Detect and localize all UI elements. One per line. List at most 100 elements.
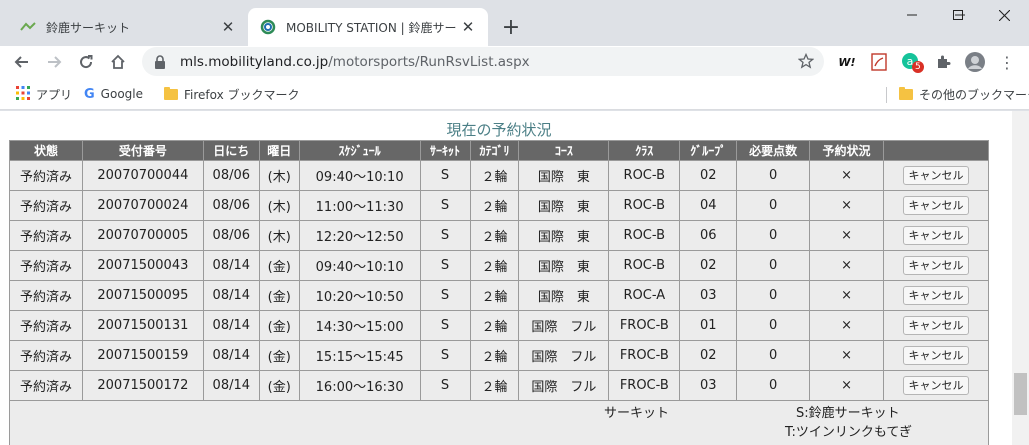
cancel-button[interactable]: キャンセル	[903, 346, 969, 365]
cell-action: キャンセル	[883, 280, 989, 311]
reload-icon[interactable]	[72, 48, 100, 76]
col-header-class: ｸﾗｽ	[608, 140, 681, 161]
cell-receipt-number: 20071500095	[81, 280, 204, 311]
cell-action: キャンセル	[883, 310, 989, 341]
cell-action: キャンセル	[883, 190, 989, 221]
grammar-extension-icon[interactable]: a 5	[900, 51, 924, 73]
cell-schedule: 09:40～10:10	[298, 160, 421, 191]
url-path: /motorsports/RunRsvList.aspx	[328, 53, 530, 70]
cell-status: 予約済み	[9, 310, 83, 341]
apps-grid-icon	[16, 85, 30, 103]
cell-group: 03	[679, 370, 738, 401]
cancel-button[interactable]: キャンセル	[903, 376, 969, 395]
cell-class: FROC-B	[608, 310, 681, 341]
cell-reservation-status: ×	[809, 310, 884, 341]
cell-date: 08/14	[202, 280, 260, 311]
tab-mobility-station[interactable]: MOBILITY STATION | 鈴鹿サーキット ✕	[248, 8, 488, 46]
cell-reservation-status: ×	[809, 340, 884, 371]
cell-status: 予約済み	[9, 220, 83, 251]
browser-toolbar: mls.mobilityland.co.jp/motorsports/RunRs…	[0, 46, 1029, 78]
cancel-button[interactable]: キャンセル	[903, 286, 969, 305]
bookmark-label: アプリ	[36, 87, 73, 102]
bookmark-google[interactable]: G Google	[84, 84, 143, 104]
cell-group: 02	[679, 250, 738, 281]
folder-icon	[164, 86, 178, 100]
col-header-course: ｺｰｽ	[518, 140, 610, 161]
cell-required-points: 0	[736, 190, 811, 221]
cell-group: 06	[679, 220, 738, 251]
puzzle-extensions-icon[interactable]	[932, 51, 954, 73]
cell-weekday: (金)	[258, 340, 300, 371]
minimize-button[interactable]	[889, 0, 935, 30]
cancel-button[interactable]: キャンセル	[903, 256, 969, 275]
menu-dots-icon[interactable]: ⋮	[996, 51, 1018, 73]
col-header-reservation-status: 予約状況	[809, 140, 884, 161]
pdf-extension-icon[interactable]	[868, 51, 890, 73]
tab-suzuka-circuit[interactable]: 鈴鹿サーキット ✕	[8, 8, 248, 46]
cell-circuit: S	[419, 160, 471, 191]
cell-receipt-number: 20070700024	[81, 190, 204, 221]
cell-weekday: (木)	[258, 220, 300, 251]
cell-weekday: (金)	[258, 370, 300, 401]
cell-weekday: (金)	[258, 250, 300, 281]
cell-receipt-number: 20070700044	[81, 160, 204, 191]
cell-action: キャンセル	[883, 340, 989, 371]
bookmark-other[interactable]: その他のブックマーク	[899, 84, 1029, 104]
col-header-action	[883, 140, 989, 161]
close-window-icon[interactable]	[981, 0, 1027, 30]
cell-category: ２輪	[469, 340, 520, 371]
cancel-button[interactable]: キャンセル	[903, 166, 969, 185]
cell-receipt-number: 20071500172	[81, 370, 204, 401]
maximize-icon[interactable]	[935, 0, 981, 30]
cell-status: 予約済み	[9, 190, 83, 221]
cell-group: 01	[679, 310, 738, 341]
cell-category: ２輪	[469, 280, 520, 311]
cell-course: 国際 東	[518, 250, 610, 281]
table-row: 予約済み 20070700024 08/06 (木) 11:00～11:30 S…	[9, 190, 989, 221]
legend-t-meaning: T:ツインリンクもてぎ	[785, 425, 912, 440]
cell-weekday: (金)	[258, 280, 300, 311]
cell-schedule: 11:00～11:30	[298, 190, 421, 221]
col-header-weekday: 曜日	[258, 140, 300, 161]
cell-required-points: 0	[736, 370, 811, 401]
cell-action: キャンセル	[883, 370, 989, 401]
cell-category: ２輪	[469, 250, 520, 281]
bookmark-apps[interactable]: アプリ	[16, 84, 72, 104]
forward-icon[interactable]	[40, 48, 68, 76]
cell-schedule: 09:40～10:10	[298, 250, 421, 281]
cell-date: 08/14	[202, 370, 260, 401]
col-header-date: 日にち	[202, 140, 260, 161]
cell-required-points: 0	[736, 280, 811, 311]
bookmark-label: その他のブックマーク	[919, 87, 1029, 102]
cell-group: 04	[679, 190, 738, 221]
cell-circuit: S	[419, 220, 471, 251]
cancel-button[interactable]: キャンセル	[903, 316, 969, 335]
scrollbar-thumb[interactable]	[1014, 373, 1027, 415]
tab-title: 鈴鹿サーキット	[46, 20, 131, 35]
cancel-button[interactable]: キャンセル	[903, 226, 969, 245]
star-icon[interactable]	[797, 52, 815, 73]
address-bar[interactable]: mls.mobilityland.co.jp/motorsports/RunRs…	[142, 47, 824, 76]
cell-date: 08/14	[202, 310, 260, 341]
col-header-required-points: 必要点数	[736, 140, 811, 161]
back-icon[interactable]	[8, 48, 36, 76]
avatar[interactable]	[964, 51, 986, 73]
cell-required-points: 0	[736, 250, 811, 281]
close-tab-icon[interactable]: ✕	[216, 15, 240, 39]
cell-category: ２輪	[469, 160, 520, 191]
google-icon: G	[84, 86, 95, 102]
home-icon[interactable]	[104, 48, 132, 76]
cell-category: ２輪	[469, 370, 520, 401]
new-tab-button[interactable]: +	[498, 14, 524, 40]
legend-circuit-label: サーキット	[604, 406, 670, 421]
cell-class: ROC-B	[608, 250, 681, 281]
cell-category: ２輪	[469, 310, 520, 341]
page-title: 現在の予約状況	[446, 121, 552, 139]
cell-schedule: 10:20～10:50	[298, 280, 421, 311]
bookmark-firefox[interactable]: Firefox ブックマーク	[164, 84, 300, 104]
close-tab-icon[interactable]: ✕	[456, 15, 480, 39]
w-extension-icon[interactable]: W!	[836, 51, 858, 73]
page-content: 現在の予約状況 状態 受付番号 日にち 曜日 ｽｹｼﾞｭｰﾙ ｻｰｷｯﾄ ｶﾃｺ…	[0, 111, 1029, 445]
cell-receipt-number: 20071500159	[81, 340, 204, 371]
cancel-button[interactable]: キャンセル	[903, 196, 969, 215]
